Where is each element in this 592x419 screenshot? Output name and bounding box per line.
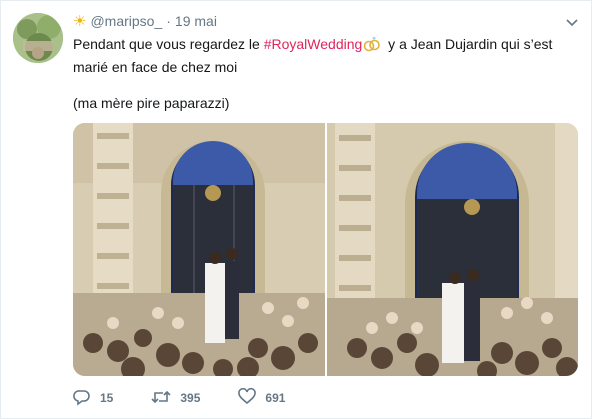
tweet-text-before: Pendant que vous regardez le (73, 36, 264, 52)
tweet-card: ☀ @maripso_ · 19 mai Pendant que vous re… (0, 0, 592, 419)
media-grid (73, 123, 578, 376)
photo-left[interactable] (73, 123, 325, 376)
retweet-button[interactable]: 395 (151, 388, 200, 409)
separator-dot: · (166, 13, 171, 29)
sun-emoji: ☀ (73, 12, 87, 30)
like-button[interactable]: 691 (238, 387, 286, 409)
tweet-date[interactable]: 19 mai (175, 13, 217, 29)
user-handle[interactable]: @maripso_ (90, 13, 162, 29)
avatar[interactable] (13, 13, 63, 63)
like-count: 691 (265, 391, 286, 405)
tweet-actions: 15 395 691 (73, 387, 323, 409)
heart-icon (238, 387, 265, 409)
tweet-text: Pendant que vous regardez le #RoyalWeddi… (73, 34, 573, 77)
hashtag-link[interactable]: #RoyalWedding (264, 36, 363, 52)
reply-button[interactable]: 15 (73, 388, 113, 409)
tweet-text-second: (ma mère pire paparazzi) (73, 95, 230, 111)
wedding-rings-icon (363, 36, 381, 57)
tweet-header: ☀ @maripso_ · 19 mai (73, 11, 217, 31)
photo-right[interactable] (327, 123, 578, 376)
reply-count: 15 (100, 391, 114, 405)
chevron-down-icon[interactable] (565, 15, 579, 29)
reply-icon (73, 388, 100, 409)
retweet-icon (151, 388, 180, 409)
retweet-count: 395 (180, 391, 201, 405)
